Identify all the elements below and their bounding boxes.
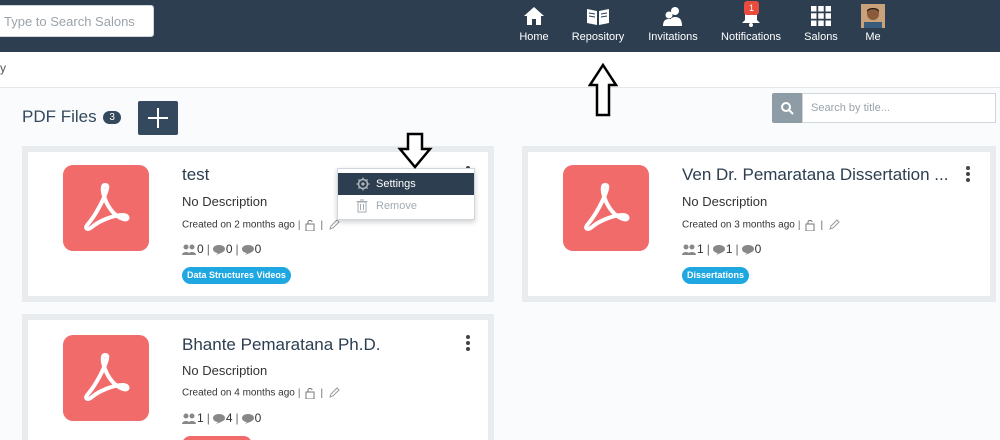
card-meta: Created on 2 months ago | |	[182, 219, 342, 231]
pencil-icon[interactable]	[328, 387, 340, 399]
gear-icon	[356, 177, 370, 191]
card-menu-button[interactable]	[466, 335, 470, 353]
nav-me-label: Me	[865, 31, 881, 43]
created-date: Created on 4 months ago	[182, 387, 295, 399]
comment-icon	[212, 245, 225, 255]
salon-search-input[interactable]: Type to Search Salons	[0, 5, 154, 37]
menu-item-remove-label: Remove	[376, 200, 417, 212]
pencil-icon[interactable]	[328, 219, 340, 231]
card-menu-button[interactable]	[966, 166, 970, 184]
unlock-icon	[305, 388, 315, 399]
card-stats: 0 | 0 | 0	[182, 242, 261, 256]
card-description: No Description	[682, 194, 768, 209]
category-tag[interactable]: Dissertations	[682, 267, 750, 284]
book-icon	[587, 9, 609, 25]
members-count: 0	[197, 242, 204, 256]
pencil-icon[interactable]	[828, 219, 840, 231]
members-count: 1	[697, 242, 704, 256]
acrobat-icon	[584, 183, 630, 231]
menu-item-settings[interactable]: Settings	[338, 173, 474, 195]
card-description: No Description	[182, 194, 268, 209]
file-count-badge: 3	[103, 111, 121, 124]
members-icon	[182, 413, 196, 424]
title-search-input[interactable]: Search by title...	[802, 93, 996, 123]
sub-header	[0, 52, 1000, 88]
chats-count: 0	[754, 242, 762, 256]
nav-salons-label: Salons	[804, 31, 838, 43]
card-stats: 1 | 4 | 0	[182, 411, 261, 425]
page-title-text: PDF Files	[22, 107, 97, 126]
avatar	[861, 4, 885, 28]
trash-icon	[356, 199, 368, 213]
home-icon	[524, 7, 544, 25]
pdf-file-icon[interactable]	[63, 335, 149, 421]
members-icon	[682, 244, 696, 255]
nav-invitations[interactable]: Invitations	[646, 4, 700, 48]
nav-repository-label: Repository	[571, 31, 625, 43]
comments-count: 1	[725, 242, 733, 256]
menu-item-settings-label: Settings	[376, 178, 416, 190]
top-navbar: Type to Search Salons Home Repository In…	[0, 0, 1000, 52]
pdf-file-icon[interactable]	[63, 165, 149, 251]
notification-count-badge: 1	[744, 1, 759, 15]
pdf-file-icon[interactable]	[563, 165, 649, 251]
chat-icon	[241, 414, 254, 424]
unlock-icon	[305, 220, 315, 231]
pdf-card[interactable]: Ven Dr. Pemaratana Dissertation ... No D…	[522, 146, 996, 302]
nav-home-label: Home	[519, 31, 549, 43]
plus-icon	[148, 108, 168, 128]
members-icon	[182, 244, 196, 255]
comments-count: 0	[225, 242, 233, 256]
nav-salons[interactable]: Salons	[803, 4, 839, 48]
nav-home[interactable]: Home	[516, 4, 552, 48]
card-title[interactable]: Ven Dr. Pemaratana Dissertation ...	[682, 165, 948, 185]
grid-icon	[811, 6, 831, 26]
created-date: Created on 3 months ago	[682, 219, 795, 231]
comment-icon	[212, 414, 225, 424]
chat-icon	[241, 245, 254, 255]
acrobat-icon	[84, 183, 130, 231]
card-title[interactable]: Bhante Pemaratana Ph.D.	[182, 335, 380, 355]
acrobat-icon	[84, 353, 130, 401]
chats-count: 0	[254, 242, 262, 256]
comments-count: 4	[225, 411, 233, 425]
card-description: No Description	[182, 363, 268, 378]
card-stats: 1 | 1 | 0	[682, 242, 761, 256]
unlock-icon	[805, 220, 815, 231]
card-context-menu: Settings Remove	[337, 168, 475, 220]
breadcrumb[interactable]: y	[0, 61, 6, 75]
up-arrow-icon	[588, 63, 618, 117]
search-icon	[781, 102, 794, 115]
created-date: Created on 2 months ago	[182, 219, 295, 231]
card-meta: Created on 3 months ago | |	[682, 219, 842, 231]
members-count: 1	[197, 411, 204, 425]
down-arrow-icon	[397, 132, 433, 169]
people-icon	[663, 7, 682, 26]
chats-count: 0	[254, 411, 262, 425]
nav-notifications[interactable]: 1 Notifications	[721, 1, 781, 48]
page-title: PDF Files 3	[22, 107, 121, 127]
nav-notifications-label: Notifications	[721, 31, 781, 43]
card-title[interactable]: test	[182, 165, 209, 185]
category-tag[interactable]: Data Structures Videos	[182, 267, 291, 284]
chat-icon	[741, 245, 754, 255]
nav-invitations-label: Invitations	[648, 31, 698, 43]
menu-item-remove[interactable]: Remove	[338, 195, 474, 217]
nav-repository[interactable]: Repository	[570, 4, 626, 48]
card-meta: Created on 4 months ago | |	[182, 387, 342, 399]
comment-icon	[712, 245, 725, 255]
add-file-button[interactable]	[138, 101, 178, 135]
category-tag[interactable]	[182, 436, 252, 440]
nav-me[interactable]: Me	[858, 4, 888, 48]
title-search-button[interactable]	[772, 93, 802, 123]
pdf-card[interactable]: Bhante Pemaratana Ph.D. No Description C…	[22, 314, 494, 440]
